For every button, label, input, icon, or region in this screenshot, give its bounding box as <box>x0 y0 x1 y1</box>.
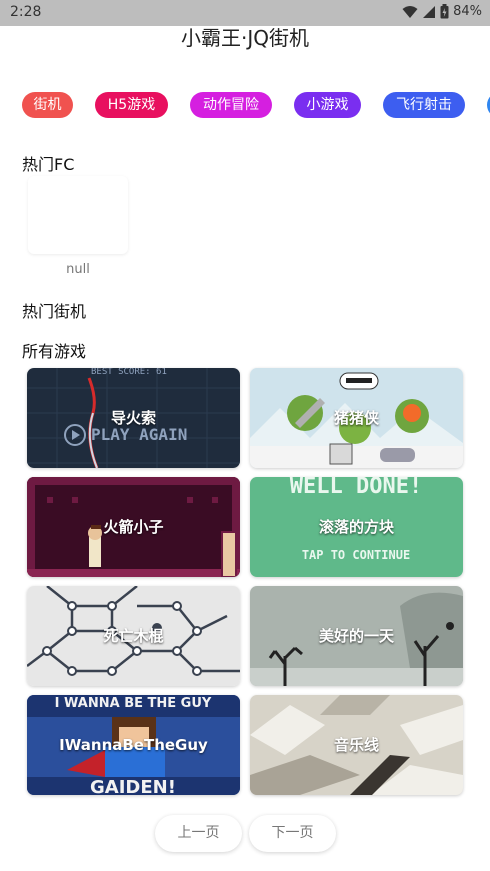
section-all-games: 所有游戏 <box>22 342 87 361</box>
prev-page-button[interactable]: 上一页 <box>155 815 242 852</box>
game-title: 滚落的方块 <box>318 518 394 536</box>
game-title: 导火索 <box>110 409 156 427</box>
status-time: 2:28 <box>10 4 42 20</box>
signal-icon <box>422 5 436 19</box>
status-icons: 84% <box>402 4 482 19</box>
app-title: 小霸王·JQ街机 <box>181 26 309 50</box>
chip-arcade[interactable]: 街机 <box>22 92 73 118</box>
game-card[interactable]: 火箭小子 <box>27 477 240 577</box>
section-hot-fc: 热门FC <box>22 155 75 174</box>
game-card[interactable]: 音乐线 <box>250 695 463 795</box>
game-title: 火箭小子 <box>103 518 164 536</box>
section-hot-arcade: 热门街机 <box>22 302 87 321</box>
game-title: 猪猪侠 <box>333 409 379 427</box>
game-card[interactable]: 死亡木棍 <box>27 586 240 686</box>
chip-action-adventure[interactable]: 动作冒险 <box>190 92 272 118</box>
game-title: 死亡木棍 <box>103 627 164 645</box>
chip-flight-shooter[interactable]: 飞行射击 <box>383 92 465 118</box>
game-card[interactable]: 猪猪侠 <box>250 368 463 468</box>
game-card[interactable]: I WANNA BE THE GUY GAIDEN! IWannaBeTheGu… <box>27 695 240 795</box>
game-card[interactable]: 美好的一天 <box>250 586 463 686</box>
game-card[interactable]: BEST SCORE: 61 PLAY AGAIN 导火索 <box>27 368 240 468</box>
game-title: IWannaBeTheGuy <box>59 736 208 754</box>
battery-icon <box>440 4 449 19</box>
hot-fc-card-name: null <box>66 262 90 277</box>
chip-mini-games[interactable]: 小游戏 <box>294 92 361 118</box>
wifi-icon <box>402 5 418 19</box>
game-card[interactable]: WELL DONE! TAP TO CONTINUE 滚落的方块 <box>250 477 463 577</box>
hot-fc-card[interactable] <box>28 176 128 254</box>
chip-h5[interactable]: H5游戏 <box>95 92 168 118</box>
next-page-button[interactable]: 下一页 <box>249 815 336 852</box>
game-title: 音乐线 <box>333 736 379 754</box>
battery-level: 84% <box>453 4 482 19</box>
game-title: 美好的一天 <box>318 627 394 645</box>
